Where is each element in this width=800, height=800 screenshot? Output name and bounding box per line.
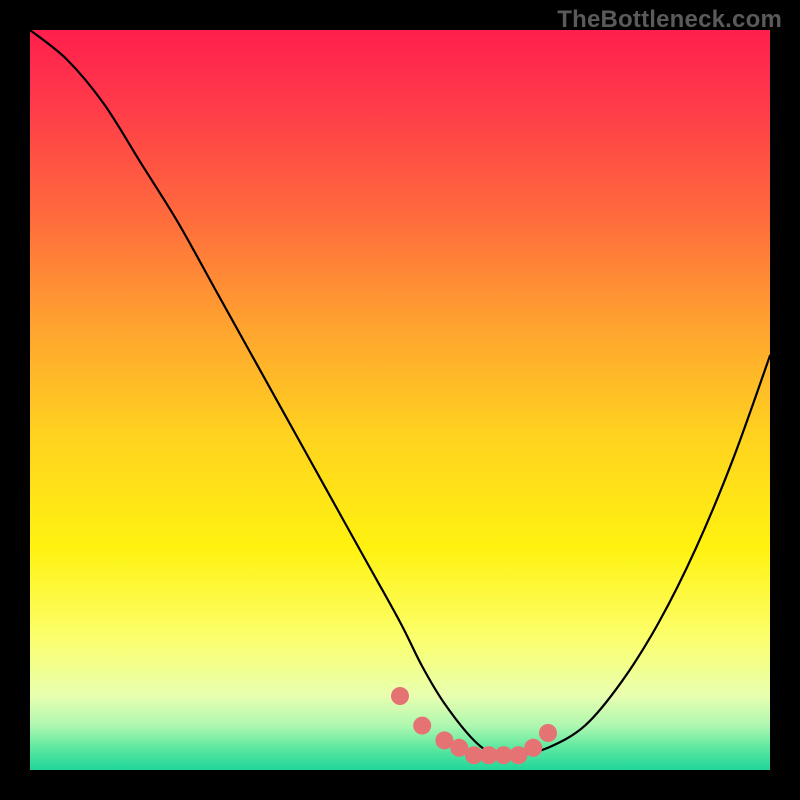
highlight-dot <box>391 687 409 705</box>
highlight-dot <box>539 724 557 742</box>
chart-container: TheBottleneck.com <box>0 0 800 800</box>
plot-area <box>30 30 770 770</box>
watermark-text: TheBottleneck.com <box>557 6 782 34</box>
chart-svg <box>30 30 770 770</box>
highlight-dot <box>413 717 431 735</box>
chart-background <box>30 30 770 770</box>
highlight-dot <box>524 739 542 757</box>
